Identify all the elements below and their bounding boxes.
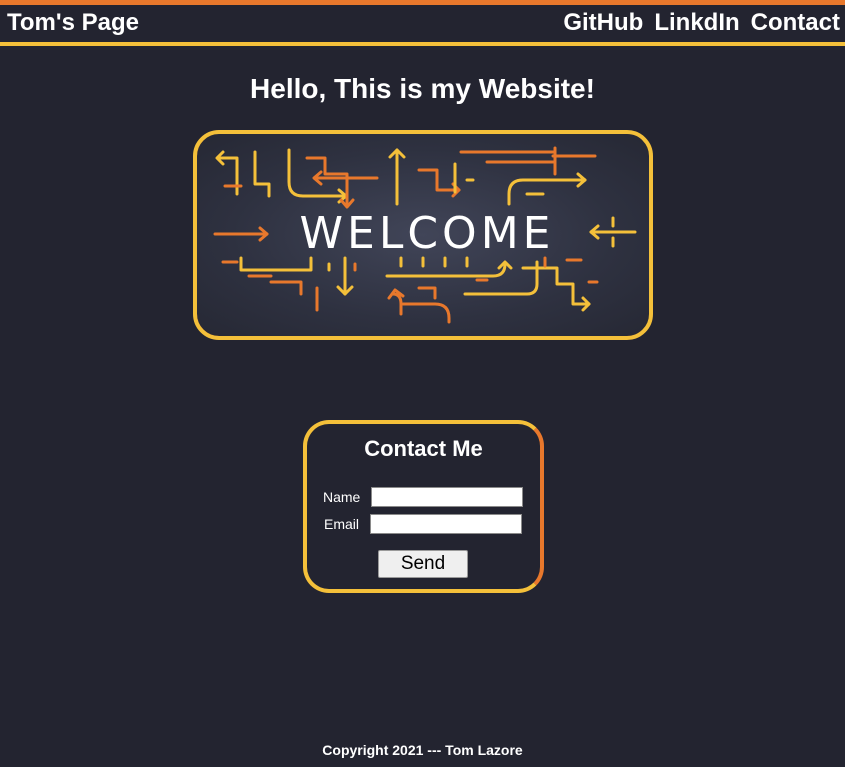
name-label: Name — [323, 489, 361, 505]
page-headline: Hello, This is my Website! — [250, 73, 595, 104]
welcome-text: WELCOME — [299, 208, 555, 259]
nav-link-github[interactable]: GitHub — [563, 9, 643, 37]
contact-form: Contact Me Name Email Send — [303, 420, 544, 593]
nav-link-linkedin[interactable]: LinkdIn — [654, 9, 739, 37]
name-field-row: Name — [307, 487, 540, 507]
email-input[interactable] — [370, 514, 522, 534]
email-label: Email — [324, 516, 360, 532]
footer-copyright: Copyright 2021 --- Tom Lazore — [322, 742, 523, 758]
nav-links: GitHub LinkdIn Contact — [563, 9, 840, 37]
top-navbar: Tom's Page GitHub LinkdIn Contact — [0, 0, 845, 46]
site-brand-link[interactable]: Tom's Page — [7, 9, 139, 37]
name-input[interactable] — [371, 487, 523, 507]
contact-title: Contact Me — [364, 436, 483, 461]
email-field-row: Email — [307, 514, 540, 534]
send-button[interactable]: Send — [378, 550, 468, 578]
nav-link-contact[interactable]: Contact — [751, 9, 840, 37]
welcome-banner-image: WELCOME — [193, 130, 653, 340]
